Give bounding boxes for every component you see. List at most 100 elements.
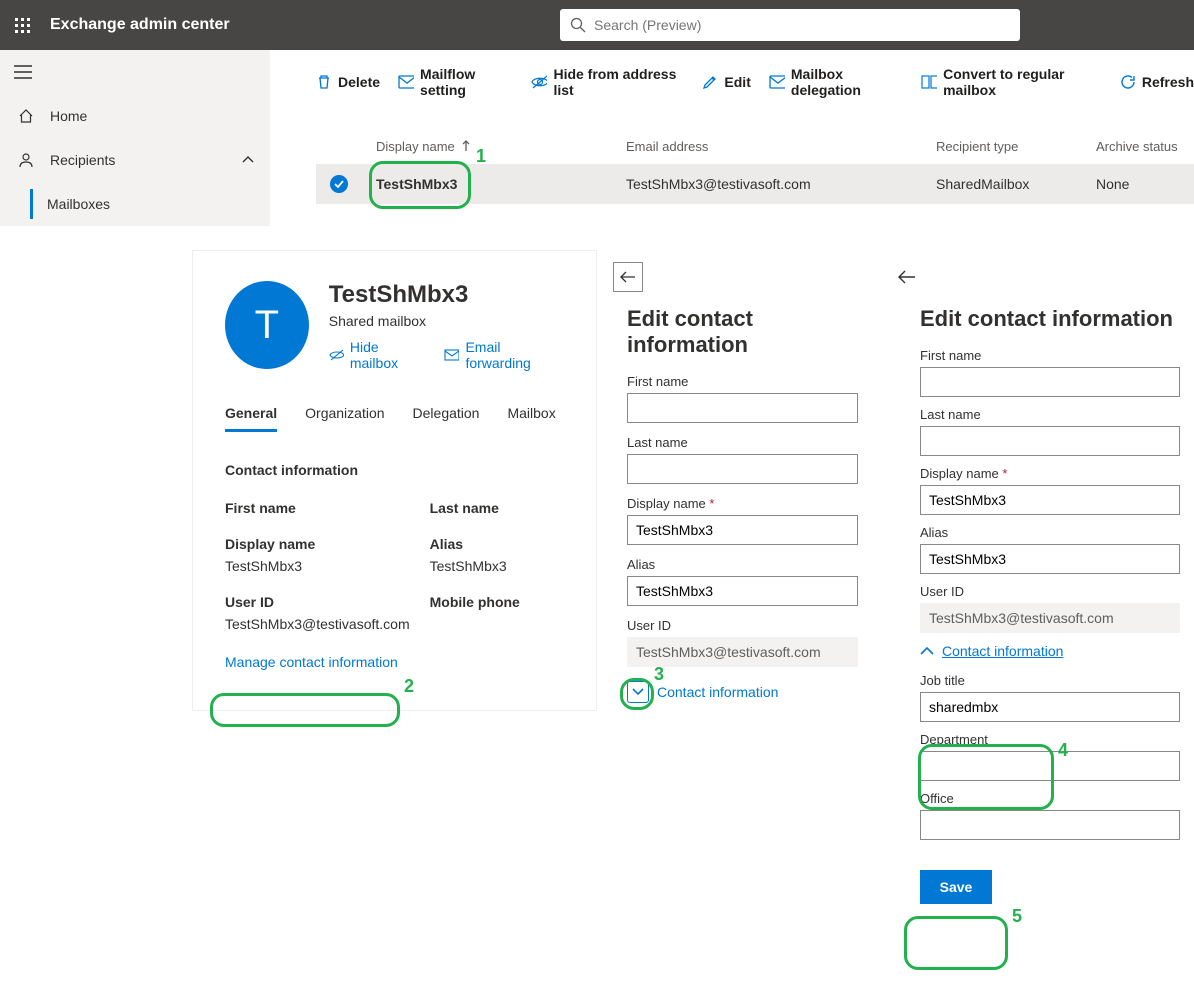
- label-first-name: First name: [627, 374, 858, 389]
- input-last-name[interactable]: [920, 426, 1180, 456]
- edit-title: Edit contact information: [920, 306, 1194, 332]
- input-office[interactable]: [920, 810, 1180, 840]
- label-last-name: Last name: [920, 407, 1180, 422]
- mailbox-subtitle: Shared mailbox: [329, 313, 564, 329]
- edit-button[interactable]: Edit: [702, 74, 750, 90]
- mail-icon: [398, 75, 414, 89]
- label-display-name: Display name *: [920, 466, 1180, 481]
- arrow-left-icon: [620, 271, 636, 283]
- nav-mailboxes[interactable]: Mailboxes: [0, 182, 270, 226]
- person-icon: [16, 152, 36, 168]
- tab-mailbox[interactable]: Mailbox: [507, 405, 555, 432]
- email-forwarding-link[interactable]: Email forwarding: [444, 339, 564, 371]
- delegation-button[interactable]: Mailbox delegation: [769, 66, 903, 98]
- command-bar: Delete Mailflow setting Hide from addres…: [316, 60, 1194, 104]
- label-user-id: User ID: [920, 584, 1180, 599]
- details-panel: T TestShMbx3 Shared mailbox Hide mailbox…: [192, 250, 597, 711]
- nav-recipients[interactable]: Recipients: [0, 138, 270, 182]
- input-last-name[interactable]: [627, 454, 858, 484]
- mailbox-title: TestShMbx3: [329, 281, 564, 309]
- pencil-icon: [702, 74, 718, 90]
- contact-info-expander[interactable]: Contact information: [920, 643, 1194, 659]
- header-display-name[interactable]: Display name: [376, 139, 626, 154]
- label-last-name: Last name: [430, 500, 564, 516]
- label-alias: Alias: [430, 536, 564, 552]
- label-first-name: First name: [225, 500, 410, 516]
- annotation-2-num: 2: [404, 676, 414, 697]
- input-department[interactable]: [920, 751, 1180, 781]
- back-button[interactable]: [613, 262, 643, 292]
- tab-delegation[interactable]: Delegation: [413, 405, 480, 432]
- label-mobile: Mobile phone: [430, 594, 564, 610]
- annotation-5-num: 5: [1012, 906, 1022, 927]
- input-first-name[interactable]: [920, 367, 1180, 397]
- hide-button[interactable]: Hide from address list: [531, 66, 684, 98]
- input-display-name[interactable]: [627, 515, 858, 545]
- trash-icon: [316, 74, 332, 90]
- value-display-name: TestShMbx3: [225, 558, 410, 574]
- chevron-up-icon: [920, 646, 934, 656]
- input-user-id: [627, 637, 858, 667]
- annotation-3-num: 3: [654, 664, 664, 685]
- header-archive[interactable]: Archive status: [1096, 139, 1186, 154]
- mailflow-button[interactable]: Mailflow setting: [398, 66, 513, 98]
- chevron-down-icon: [627, 681, 649, 703]
- input-alias[interactable]: [920, 544, 1180, 574]
- section-contact-info: Contact information: [225, 462, 564, 478]
- table-row[interactable]: TestShMbx3 TestShMbx3@testivasoft.com Sh…: [316, 164, 1194, 204]
- label-user-id: User ID: [225, 594, 410, 610]
- label-department: Department: [920, 732, 1180, 747]
- tabs: General Organization Delegation Mailbox: [225, 405, 564, 432]
- refresh-button[interactable]: Refresh: [1120, 74, 1194, 90]
- annotation-1-num: 1: [476, 146, 486, 167]
- manage-contact-link[interactable]: Manage contact information: [225, 654, 398, 670]
- left-nav: Home Recipients Mailboxes: [0, 50, 270, 226]
- nav-mailboxes-label: Mailboxes: [47, 196, 110, 212]
- hide-mailbox-link[interactable]: Hide mailbox: [329, 339, 427, 371]
- refresh-icon: [1120, 74, 1136, 90]
- avatar: T: [225, 281, 309, 369]
- input-job-title[interactable]: [920, 692, 1180, 722]
- input-first-name[interactable]: [627, 393, 858, 423]
- header-email[interactable]: Email address: [626, 139, 936, 154]
- row-archive: None: [1096, 176, 1186, 192]
- row-checkbox[interactable]: [330, 175, 348, 193]
- app-launcher-icon[interactable]: [0, 0, 44, 50]
- annotation-5: [904, 916, 1008, 970]
- search-input[interactable]: [594, 17, 1010, 33]
- mail-icon: [769, 75, 785, 89]
- app-title: Exchange admin center: [50, 16, 230, 34]
- nav-home[interactable]: Home: [0, 94, 270, 138]
- input-alias[interactable]: [627, 576, 858, 606]
- sort-asc-icon: [461, 140, 471, 152]
- mail-icon: [444, 349, 459, 361]
- label-alias: Alias: [627, 557, 858, 572]
- row-recipient: SharedMailbox: [936, 176, 1096, 192]
- edit-panel-collapsed: Edit contact information First name Last…: [605, 262, 880, 703]
- label-first-name: First name: [920, 348, 1180, 363]
- row-display-name: TestShMbx3: [376, 176, 626, 192]
- label-alias: Alias: [920, 525, 1180, 540]
- tab-general[interactable]: General: [225, 405, 277, 432]
- hamburger-icon[interactable]: [0, 50, 270, 94]
- back-button[interactable]: [892, 262, 922, 292]
- header-recipient[interactable]: Recipient type: [936, 139, 1096, 154]
- check-icon: [334, 180, 344, 188]
- tab-organization[interactable]: Organization: [305, 405, 384, 432]
- edit-panel-expanded: Edit contact information First name Last…: [882, 262, 1194, 904]
- delete-button[interactable]: Delete: [316, 74, 380, 90]
- value-alias: TestShMbx3: [430, 558, 564, 574]
- save-button[interactable]: Save: [920, 870, 992, 904]
- top-bar: Exchange admin center: [0, 0, 1194, 50]
- nav-recipients-label: Recipients: [50, 152, 115, 168]
- eye-off-icon: [531, 75, 547, 89]
- nav-home-label: Home: [50, 108, 87, 124]
- label-display-name: Display name *: [627, 496, 858, 511]
- convert-button[interactable]: Convert to regular mailbox: [921, 66, 1102, 98]
- eye-off-icon: [329, 349, 344, 361]
- label-last-name: Last name: [627, 435, 858, 450]
- value-user-id: TestShMbx3@testivasoft.com: [225, 616, 410, 632]
- search-box[interactable]: [560, 9, 1020, 41]
- input-display-name[interactable]: [920, 485, 1180, 515]
- label-office: Office: [920, 791, 1180, 806]
